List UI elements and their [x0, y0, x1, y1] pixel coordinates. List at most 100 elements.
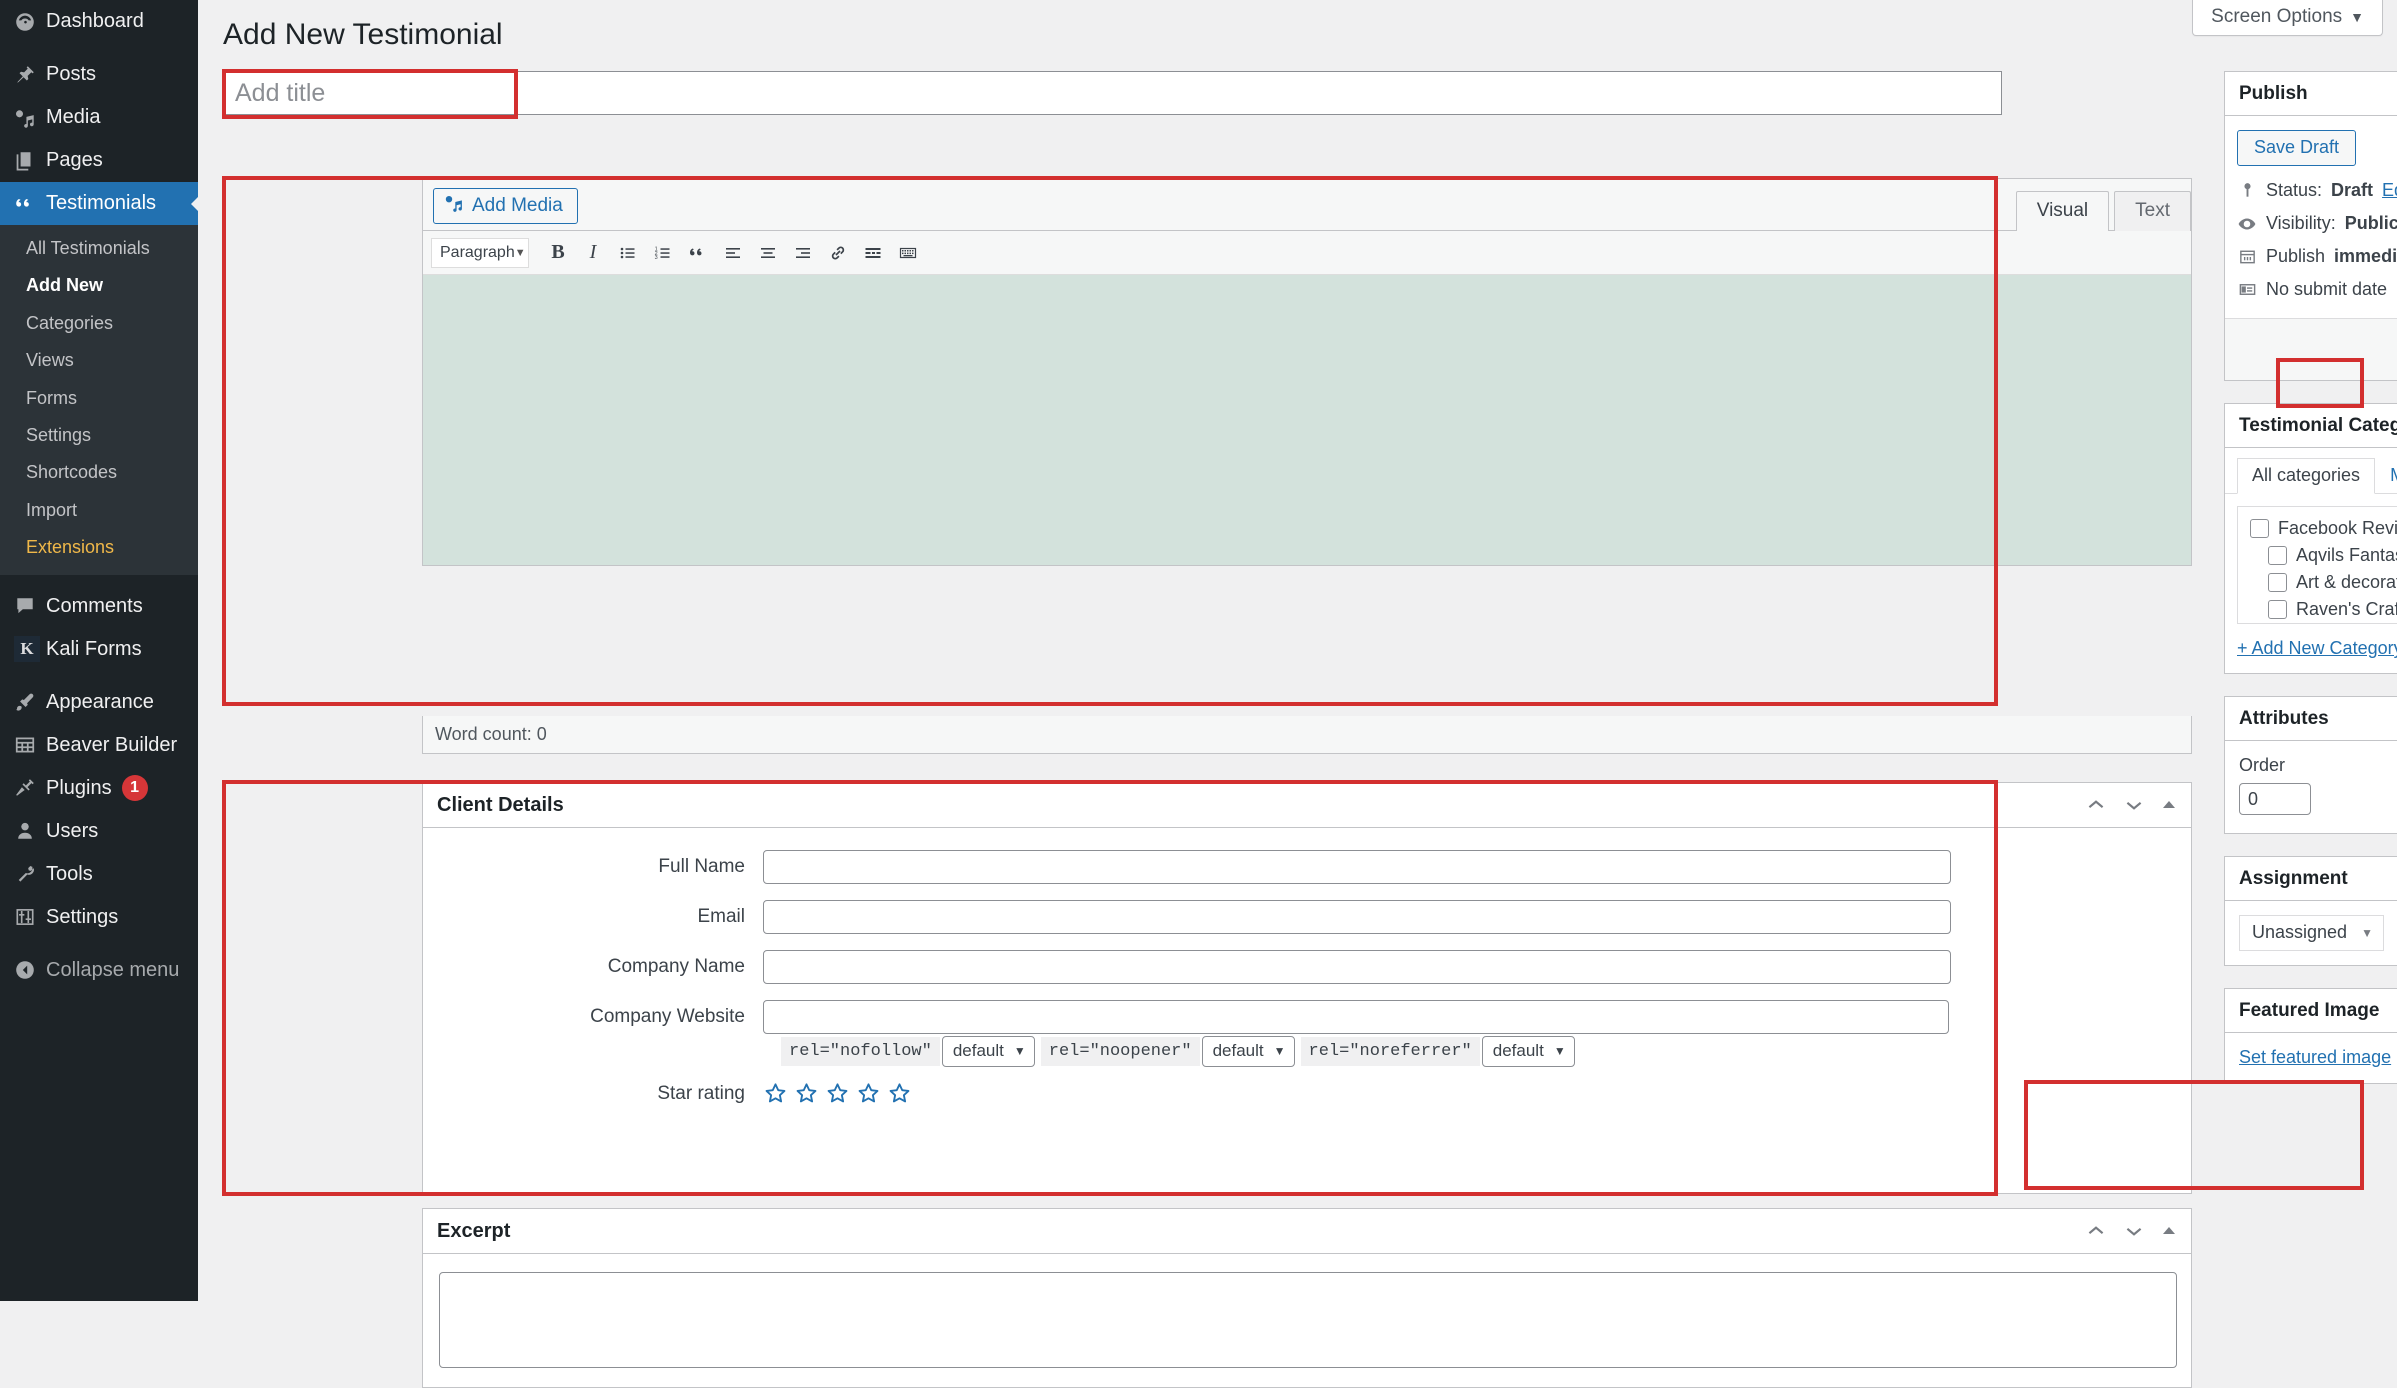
- company-website-input[interactable]: [763, 1000, 1949, 1034]
- company-name-label: Company Name: [607, 956, 745, 977]
- sidebar-item-posts[interactable]: Posts: [0, 53, 198, 96]
- submenu-item-forms[interactable]: Forms: [0, 380, 198, 417]
- star-icon[interactable]: [887, 1081, 912, 1106]
- bold-icon[interactable]: B: [542, 237, 574, 269]
- status-value: Draft: [2331, 180, 2374, 200]
- read-more-icon[interactable]: [857, 237, 889, 269]
- submenu-item-all-testimonials[interactable]: All Testimonials: [0, 230, 198, 267]
- submenu-item-views[interactable]: Views: [0, 342, 198, 379]
- calendar-icon: [2237, 247, 2257, 266]
- rel-noreferrer-select[interactable]: default ▼: [1481, 1036, 1575, 1067]
- star-icon[interactable]: [794, 1081, 819, 1106]
- blockquote-icon[interactable]: [682, 237, 714, 269]
- add-new-category-link[interactable]: + Add New Category: [2225, 624, 2397, 673]
- sidebar-item-plugins[interactable]: Plugins 1: [0, 767, 198, 810]
- chevron-down-icon: ▼: [2350, 9, 2364, 25]
- set-featured-image-link[interactable]: Set featured image: [2239, 1047, 2391, 1067]
- move-up-icon[interactable]: [2085, 1220, 2107, 1242]
- sidebar-item-collapse-menu[interactable]: Collapse menu: [0, 949, 198, 992]
- wrench-icon: [14, 862, 46, 886]
- client-details-header: Client Details: [423, 783, 2191, 828]
- sidebar-item-testimonials[interactable]: Testimonials: [0, 182, 198, 225]
- email-input[interactable]: [763, 900, 1951, 934]
- admin-sidebar: Dashboard Posts Media Pages Testimonials…: [0, 0, 198, 1301]
- category-item-aqvils-fantasy[interactable]: Aqvils Fantasy: [2250, 542, 2397, 569]
- category-item-facebook-reviews[interactable]: Facebook Reviews: [2250, 515, 2397, 542]
- rel-nofollow-select[interactable]: default ▼: [941, 1036, 1035, 1067]
- menu-separator: [0, 671, 198, 681]
- submenu-item-shortcodes[interactable]: Shortcodes: [0, 454, 198, 491]
- star-icon[interactable]: [856, 1081, 881, 1106]
- attributes-panel: Attributes Order: [2224, 696, 2397, 834]
- star-icon[interactable]: [825, 1081, 850, 1106]
- toggle-panel-icon[interactable]: [2161, 1223, 2177, 1239]
- full-name-input[interactable]: [763, 850, 1951, 884]
- chevron-down-icon: ▼: [2361, 925, 2373, 940]
- testimonials-submenu: All Testimonials Add New Categories View…: [0, 225, 198, 575]
- numbered-list-icon[interactable]: 123: [647, 237, 679, 269]
- order-input[interactable]: [2239, 783, 2311, 815]
- submenu-item-import[interactable]: Import: [0, 492, 198, 529]
- category-item-art-decorations[interactable]: Art & decorations: [2250, 569, 2397, 596]
- star-rating-label: Star rating: [657, 1082, 745, 1104]
- screen-options-button[interactable]: Screen Options ▼: [2192, 0, 2383, 36]
- submenu-item-add-new[interactable]: Add New: [0, 267, 198, 304]
- checkbox-icon[interactable]: [2268, 573, 2287, 592]
- sidebar-item-label: Tools: [46, 862, 93, 885]
- excerpt-textarea[interactable]: [439, 1272, 2177, 1368]
- tab-visual[interactable]: Visual: [2015, 191, 2110, 231]
- tab-text[interactable]: Text: [2114, 191, 2191, 231]
- word-count-label: Word count: 0: [435, 724, 547, 744]
- sidebar-item-settings[interactable]: Settings: [0, 896, 198, 939]
- link-icon[interactable]: [822, 237, 854, 269]
- submenu-item-settings[interactable]: Settings: [0, 417, 198, 454]
- sidebar-item-label: Posts: [46, 63, 97, 85]
- sidebar-item-users[interactable]: Users: [0, 810, 198, 853]
- screen-options-label: Screen Options: [2211, 6, 2343, 27]
- collapse-icon: [14, 958, 46, 982]
- align-right-icon[interactable]: [787, 237, 819, 269]
- star-rating-control[interactable]: [763, 1081, 912, 1106]
- company-name-input[interactable]: [763, 950, 1951, 984]
- panel-title: Client Details: [437, 793, 564, 816]
- tab-most-used[interactable]: Most Used: [2375, 458, 2397, 494]
- sidebar-item-comments[interactable]: Comments: [0, 585, 198, 628]
- sidebar-item-media[interactable]: Media: [0, 96, 198, 139]
- align-center-icon[interactable]: [752, 237, 784, 269]
- toolbar-toggle-icon[interactable]: [892, 237, 924, 269]
- save-draft-button[interactable]: Save Draft: [2237, 130, 2357, 166]
- sidebar-item-pages[interactable]: Pages: [0, 139, 198, 182]
- move-down-icon[interactable]: [2123, 794, 2145, 816]
- bulleted-list-icon[interactable]: [612, 237, 644, 269]
- rel-noopener-select[interactable]: default ▼: [1201, 1036, 1295, 1067]
- sidebar-item-tools[interactable]: Tools: [0, 853, 198, 896]
- sidebar-item-label: Media: [46, 106, 101, 128]
- move-down-icon[interactable]: [2123, 1220, 2145, 1242]
- paragraph-format-select[interactable]: Paragraph ▼: [431, 237, 529, 268]
- assignment-select[interactable]: Unassigned ▼: [2239, 915, 2384, 951]
- category-item-ravens-crafts[interactable]: Raven's Crafts: [2250, 596, 2397, 623]
- sidebar-item-dashboard[interactable]: Dashboard: [0, 0, 198, 43]
- editor-content-area[interactable]: [423, 275, 2191, 565]
- excerpt-panel: Excerpt: [422, 1208, 2192, 1388]
- title-input[interactable]: [223, 72, 2001, 114]
- status-edit-link[interactable]: Edit: [2382, 180, 2397, 201]
- add-media-button[interactable]: Add Media: [433, 188, 578, 224]
- company-website-label: Company Website: [590, 1006, 745, 1027]
- submenu-item-extensions[interactable]: Extensions: [0, 529, 198, 566]
- sidebar-item-beaver-builder[interactable]: Beaver Builder: [0, 724, 198, 767]
- eye-icon: [2237, 214, 2257, 234]
- italic-icon[interactable]: I: [577, 237, 609, 269]
- checkbox-icon[interactable]: [2268, 600, 2287, 619]
- star-icon[interactable]: [763, 1081, 788, 1106]
- sidebar-item-label: Dashboard: [46, 10, 144, 32]
- align-left-icon[interactable]: [717, 237, 749, 269]
- submenu-item-categories[interactable]: Categories: [0, 305, 198, 342]
- checkbox-icon[interactable]: [2268, 546, 2287, 565]
- sidebar-item-appearance[interactable]: Appearance: [0, 681, 198, 724]
- checkbox-icon[interactable]: [2250, 519, 2269, 538]
- tab-all-categories[interactable]: All categories: [2237, 458, 2376, 494]
- sidebar-item-kali-forms[interactable]: K Kali Forms: [0, 628, 198, 671]
- move-up-icon[interactable]: [2085, 794, 2107, 816]
- toggle-panel-icon[interactable]: [2161, 797, 2177, 813]
